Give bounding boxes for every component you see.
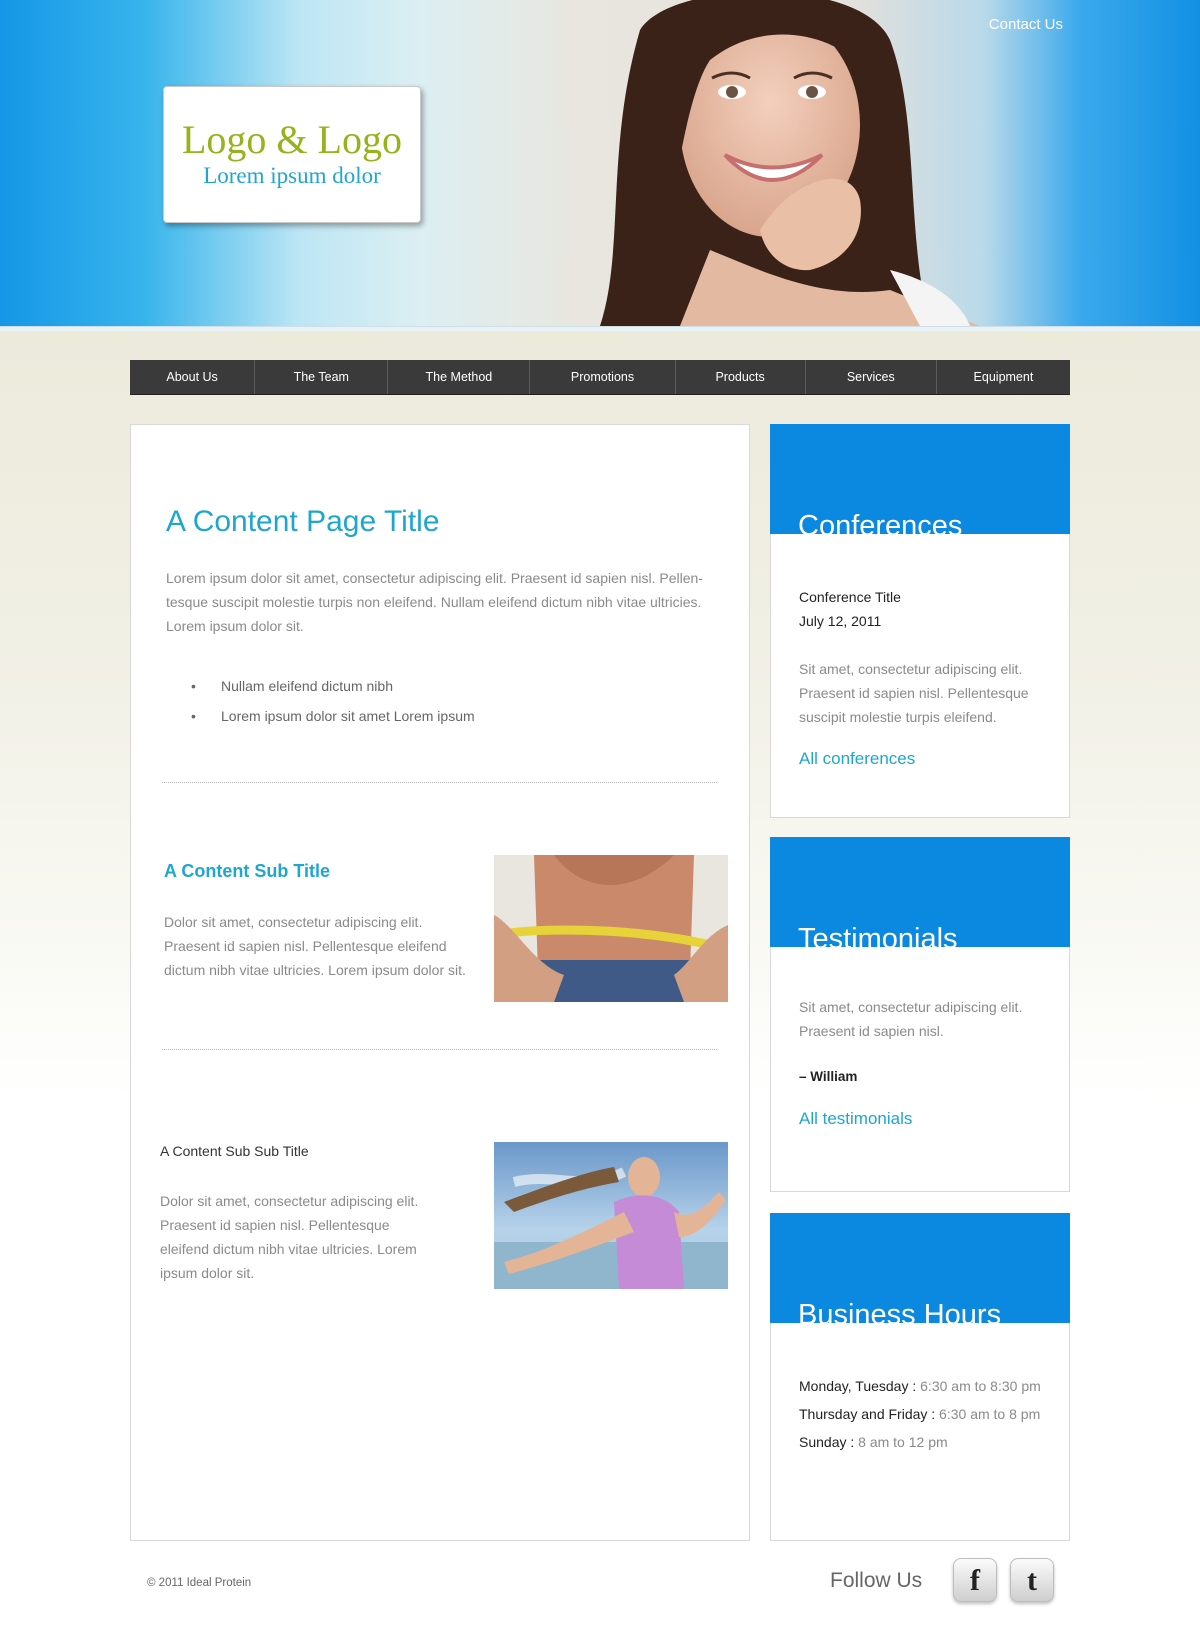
header-divider [0, 326, 1200, 331]
hours-days: Sunday : [799, 1434, 855, 1450]
panel-header: Business Hours [770, 1213, 1070, 1331]
nav-item-the-team[interactable]: The Team [255, 360, 389, 394]
logo-title: Logo & Logo [182, 117, 402, 162]
testimonials-title: Testimonials [798, 923, 958, 955]
header-banner: Contact Us Logo & Logo Lorem ipsum dolor [0, 0, 1200, 326]
conferences-title: Conferences [798, 510, 963, 542]
contact-us-link[interactable]: Contact Us [989, 16, 1063, 33]
main-nav: About Us The Team The Method Promotions … [130, 360, 1070, 395]
dotted-divider [162, 782, 717, 783]
logo-subtitle: Lorem ipsum dolor [203, 163, 381, 188]
happy-woman-beach-image [494, 1142, 728, 1289]
hours-row: Sunday : 8 am to 12 pm [799, 1428, 1064, 1456]
business-hours-body: Monday, Tuesday : 6:30 am to 8:30 pm Thu… [799, 1372, 1064, 1456]
testimonials-panel: Testimonials Sit amet, consectetur adipi… [770, 837, 1070, 1192]
nav-item-services[interactable]: Services [806, 360, 937, 394]
copyright-text: © 2011 Ideal Protein [147, 1577, 252, 1589]
all-testimonials-link[interactable]: All testimonials [799, 1109, 1049, 1129]
hours-row: Monday, Tuesday : 6:30 am to 8:30 pm [799, 1372, 1064, 1400]
all-conferences-link[interactable]: All conferences [799, 749, 1049, 769]
business-hours-title: Business Hours [798, 1299, 1002, 1331]
sub-title-paragraph: Dolor sit amet, consectetur adipiscing e… [164, 914, 466, 978]
conference-title[interactable]: Conference Title [799, 585, 1049, 609]
nav-item-about-us[interactable]: About Us [130, 360, 256, 394]
intro-paragraph: Lorem ipsum dolor sit amet, consectetur … [166, 570, 703, 634]
dotted-divider [162, 1049, 717, 1050]
hours-time: 6:30 am to 8 pm [935, 1406, 1041, 1422]
facebook-icon[interactable]: f [953, 1558, 997, 1602]
nav-item-equipment[interactable]: Equipment [937, 360, 1070, 394]
hours-days: Monday, Tuesday : [799, 1378, 917, 1394]
bullet-list: Nullam eleifend dictum nibh Lorem ipsum … [191, 671, 475, 731]
panel-header: Testimonials [770, 837, 1070, 955]
content-sub-sub-title: A Content Sub Sub Title [160, 1143, 309, 1159]
conferences-body: Conference Title July 12, 2011 Sit amet,… [799, 585, 1049, 769]
main-content: A Content Page Title Lorem ipsum dolor s… [130, 424, 750, 1541]
testimonials-body: Sit amet, consectetur adipiscing elit. P… [799, 995, 1049, 1129]
hours-days: Thursday and Friday : [799, 1406, 936, 1422]
business-hours-panel: Business Hours Monday, Tuesday : 6:30 am… [770, 1213, 1070, 1541]
list-item: Lorem ipsum dolor sit amet Lorem ipsum [191, 701, 475, 731]
svg-text:t: t [1027, 1565, 1037, 1595]
conferences-panel: Conferences Conference Title July 12, 20… [770, 424, 1070, 818]
hours-time: 6:30 am to 8:30 pm [916, 1378, 1041, 1394]
testimonial-author: – William [799, 1069, 858, 1084]
conference-date: July 12, 2011 [799, 613, 882, 629]
svg-text:f: f [970, 1565, 981, 1595]
list-item: Nullam eleifend dictum nibh [191, 671, 475, 701]
content-sub-title: A Content Sub Title [164, 861, 330, 881]
hours-time: 8 am to 12 pm [854, 1434, 948, 1450]
hours-row: Thursday and Friday : 6:30 am to 8 pm [799, 1400, 1064, 1428]
waist-measure-image [494, 855, 728, 1002]
follow-us-label: Follow Us [830, 1569, 923, 1592]
nav-item-promotions[interactable]: Promotions [530, 360, 676, 394]
nav-item-products[interactable]: Products [676, 360, 806, 394]
hero-woman-image [600, 0, 980, 326]
page-title: A Content Page Title [166, 505, 440, 538]
testimonial-quote: Sit amet, consectetur adipiscing elit. P… [799, 999, 1023, 1039]
sub-sub-title-paragraph: Dolor sit amet, consectetur adipiscing e… [160, 1193, 419, 1281]
conference-description: Sit amet, consectetur adipiscing elit. P… [799, 661, 1029, 725]
panel-header: Conferences [770, 424, 1070, 542]
twitter-icon[interactable]: t [1010, 1558, 1054, 1602]
logo[interactable]: Logo & Logo Lorem ipsum dolor [163, 86, 421, 223]
nav-item-the-method[interactable]: The Method [388, 360, 531, 394]
